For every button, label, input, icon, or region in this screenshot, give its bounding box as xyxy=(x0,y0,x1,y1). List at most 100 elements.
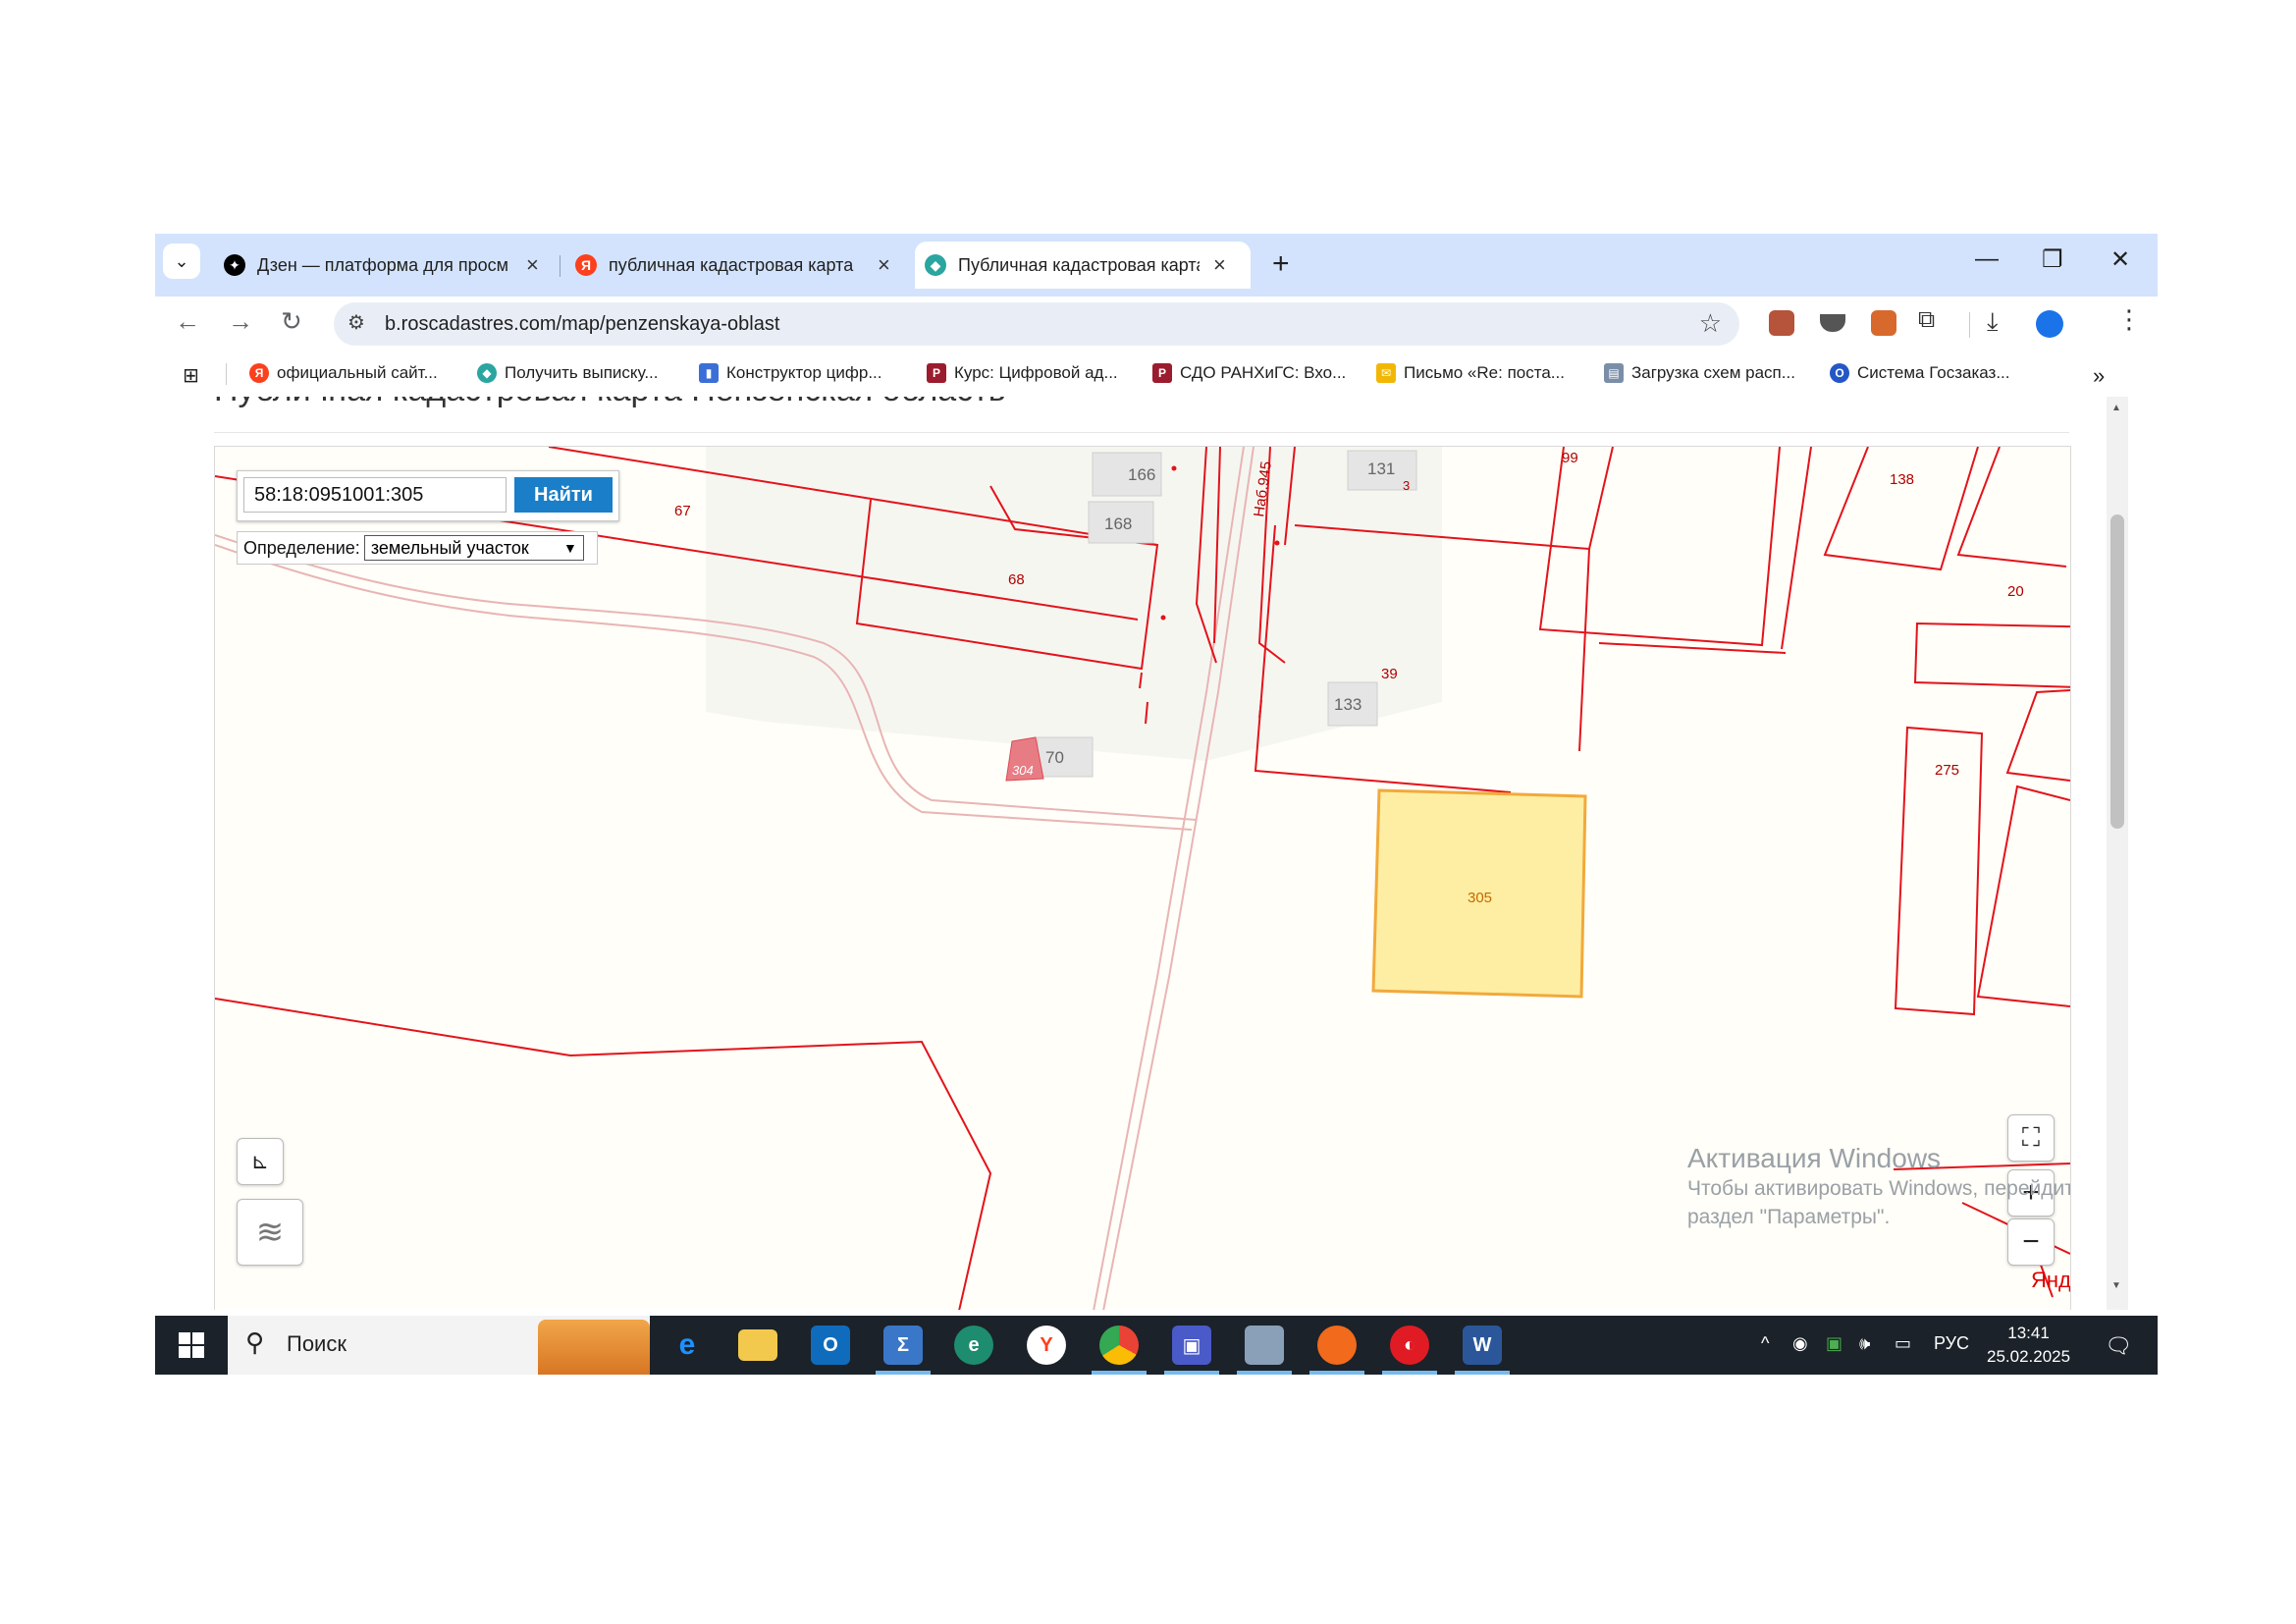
browser-toolbar: ← → ↻ ⚙ b.roscadastres.com/map/penzenska… xyxy=(155,297,2158,352)
url-text: b.roscadastres.com/map/penzenskaya-oblas… xyxy=(385,313,780,335)
address-bar[interactable]: ⚙ b.roscadastres.com/map/penzenskaya-obl… xyxy=(334,302,1739,346)
bookmark-item[interactable]: О Система Госзаказ... xyxy=(1830,363,2010,383)
tab-label: Дзен — платформа для просм xyxy=(257,254,509,275)
yandex-icon: Я xyxy=(249,363,269,383)
game-icon[interactable] xyxy=(1245,1326,1284,1365)
scroll-down-icon[interactable]: ▼ xyxy=(2111,1280,2121,1291)
parcel-label-304: 304 xyxy=(1012,763,1034,778)
bookmarks-overflow-button[interactable]: » xyxy=(2093,363,2105,389)
download-icon[interactable]: ⤓ xyxy=(1987,306,1999,338)
building-label-131: 131 xyxy=(1367,460,1395,478)
media-icon[interactable]: ◐ xyxy=(1390,1326,1429,1365)
bookmark-item[interactable]: Р СДО РАНХиГС: Вхо... xyxy=(1152,363,1346,383)
bookmark-item[interactable]: ◆ Получить выписку... xyxy=(477,363,659,383)
tab-roscadastre[interactable]: ◆ Публичная кадастровая карта × xyxy=(915,242,1251,289)
parcel-label-138: 138 xyxy=(1890,471,1914,488)
word-icon[interactable]: W xyxy=(1463,1326,1502,1365)
bookmark-label: Конструктор цифр... xyxy=(726,363,882,382)
bookmark-item[interactable]: ▤ Загрузка схем расп... xyxy=(1604,363,1795,383)
tab-yandex[interactable]: Я публичная кадастровая карта × xyxy=(565,242,958,289)
notification-icon[interactable]: 🗨 xyxy=(2105,1333,2132,1359)
new-tab-button[interactable]: + xyxy=(1272,247,1290,281)
running-indicator xyxy=(876,1371,931,1375)
apps-grid-icon[interactable]: ⊞ xyxy=(183,363,199,388)
cadastral-number-input[interactable]: 58:18:0951001:305 xyxy=(243,477,507,513)
profile-avatar[interactable] xyxy=(2036,310,2063,338)
tray-chevron-icon[interactable]: ^ xyxy=(1761,1333,1769,1354)
parcel-label-3: 3 xyxy=(1403,478,1410,493)
puzzle-icon[interactable]: ⧉ xyxy=(1918,306,1935,334)
network-icon[interactable]: ▭ xyxy=(1895,1333,1911,1354)
sum-icon[interactable]: Σ xyxy=(883,1326,923,1365)
minimize-button[interactable]: — xyxy=(1975,245,1999,273)
clock[interactable]: 13:41 25.02.2025 xyxy=(1987,1322,2070,1369)
chrome-icon[interactable] xyxy=(1099,1326,1139,1365)
reload-icon[interactable]: ↻ xyxy=(281,306,302,337)
edge-icon[interactable]: e xyxy=(954,1326,993,1365)
bookmark-label: официальный сайт... xyxy=(277,363,438,382)
webcam-icon[interactable]: ◉ xyxy=(1792,1333,1808,1354)
close-icon[interactable]: × xyxy=(526,252,539,278)
start-button[interactable] xyxy=(155,1316,228,1375)
extension-icon[interactable] xyxy=(1769,310,1794,336)
parcel-label-68: 68 xyxy=(1008,571,1025,588)
definition-value: земельный участок xyxy=(370,537,529,558)
running-indicator xyxy=(1164,1371,1219,1375)
bookmark-item[interactable]: Яофициальный сайт... xyxy=(249,363,438,383)
definition-panel: Определение: земельный участок ▼ xyxy=(237,531,598,565)
tab-separator xyxy=(560,255,561,277)
taskbar-search[interactable]: ⚲ Поиск xyxy=(228,1316,650,1375)
definition-label: Определение: xyxy=(243,537,360,558)
cadastral-map[interactable]: 67 68 99 138 20 39 275 305 3 304 166 168… xyxy=(214,446,2071,1310)
watermark-line: Чтобы активировать Windows, перейдите в xyxy=(1687,1176,2071,1200)
back-icon[interactable]: ← xyxy=(175,306,200,337)
yandex-browser-icon[interactable]: Y xyxy=(1027,1326,1066,1365)
bookmark-item[interactable]: Р Курс: Цифровой ад... xyxy=(927,363,1118,383)
menu-icon[interactable]: ⋮ xyxy=(2116,304,2142,335)
yandex-icon: Я xyxy=(575,254,597,276)
building-label-70: 70 xyxy=(1045,748,1064,767)
running-indicator xyxy=(1382,1371,1437,1375)
find-button[interactable]: Найти xyxy=(514,477,613,513)
explorer-icon[interactable] xyxy=(738,1329,777,1361)
language-indicator[interactable]: РУС xyxy=(1934,1333,1969,1354)
building-label-133: 133 xyxy=(1334,695,1362,714)
close-icon[interactable]: × xyxy=(878,252,890,278)
map-provider-logo: Яндекс xyxy=(2031,1268,2071,1292)
bookmark-item[interactable]: ✉ Письмо «Re: поста... xyxy=(1376,363,1565,383)
ie-icon[interactable]: e xyxy=(667,1326,707,1365)
search-highlight-image xyxy=(538,1320,650,1375)
bookmark-star-icon[interactable]: ☆ xyxy=(1699,308,1722,339)
definition-select[interactable]: земельный участок ▼ xyxy=(363,535,584,561)
goszakaz-icon: О xyxy=(1830,363,1849,383)
tab-strip: ⌄ ✦ Дзен — платформа для просм × Я публи… xyxy=(155,234,2158,297)
bookmark-label: СДО РАНХиГС: Вхо... xyxy=(1180,363,1347,382)
windows-taskbar: ⚲ Поиск e O Σ e Y ▣ ◐ W ^ ◉ ▣ 🕪 ▭ РУС 13… xyxy=(155,1316,2158,1375)
hat-extension-icon[interactable] xyxy=(1820,314,1845,332)
scroll-up-icon[interactable]: ▲ xyxy=(2111,403,2121,413)
bookmark-label: Курс: Цифровой ад... xyxy=(954,363,1118,382)
extension-icon[interactable] xyxy=(1871,310,1896,336)
close-icon[interactable]: × xyxy=(1213,252,1226,278)
tab-search-button[interactable]: ⌄ xyxy=(163,244,200,279)
outlook-icon[interactable]: O xyxy=(811,1326,850,1365)
ruler-button[interactable]: ⊾ xyxy=(237,1138,284,1185)
bookmark-label: Система Госзаказ... xyxy=(1857,363,2010,382)
scroll-thumb[interactable] xyxy=(2110,514,2124,829)
security-icon[interactable]: ▣ xyxy=(1826,1333,1842,1354)
layers-button[interactable]: ≋ xyxy=(237,1199,303,1266)
volume-icon[interactable]: 🕪 xyxy=(1859,1333,1870,1354)
page-scrollbar[interactable]: ▲ ▼ xyxy=(2107,397,2128,1310)
firefox-icon[interactable] xyxy=(1317,1326,1357,1365)
ruler-icon: ⊾ xyxy=(250,1149,270,1173)
site-settings-icon[interactable]: ⚙ xyxy=(347,310,365,335)
tab-dzen[interactable]: ✦ Дзен — платформа для просм × xyxy=(214,242,607,289)
chevron-down-icon: ⌄ xyxy=(174,250,189,271)
save-icon[interactable]: ▣ xyxy=(1172,1326,1211,1365)
marker xyxy=(1274,540,1280,546)
forward-icon[interactable]: → xyxy=(228,306,253,337)
close-window-button[interactable]: ✕ xyxy=(2110,245,2130,274)
tab-label: Публичная кадастровая карта xyxy=(958,254,1200,275)
restore-button[interactable]: ❐ xyxy=(2042,245,2063,274)
bookmark-item[interactable]: ▮ Конструктор цифр... xyxy=(699,363,882,383)
